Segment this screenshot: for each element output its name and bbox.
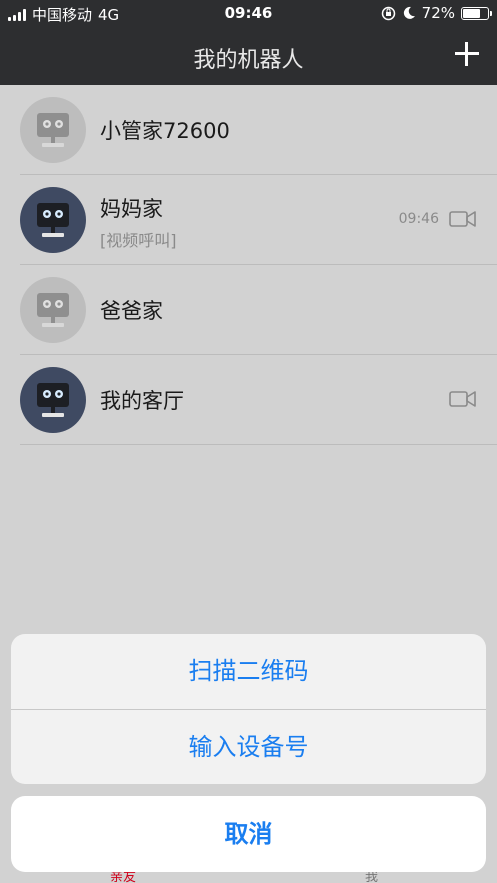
add-robot-button[interactable] [451,38,483,70]
robot-last-time: 09:46 [398,211,439,227]
battery-fill [463,8,481,18]
robot-last-event: [视频呼叫] [100,231,177,250]
battery-icon [461,6,492,20]
robot-row[interactable]: 我的客厅 [20,355,497,445]
robot-list: 小管家72600 妈妈家 [视频呼叫] 09:46 爸爸家我的客厅 [0,85,497,445]
robot-row[interactable]: 妈妈家 [视频呼叫] 09:46 [20,175,497,265]
robot-avatar [20,97,86,163]
action-sheet: 扫描二维码 输入设备号 [11,634,486,784]
robot-name: 妈妈家 [100,197,163,221]
tab-friends[interactable]: 亲友 [110,872,136,883]
robot-avatar [20,277,86,343]
status-right: 72% [381,4,492,22]
page-title: 我的机器人 [193,48,304,73]
nav-bar: 我的机器人 [0,28,497,85]
robot-name: 小管家72600 [100,119,230,143]
scan-qr-button[interactable]: 扫描二维码 [11,634,486,709]
video-call-icon[interactable] [449,209,477,229]
cancel-button[interactable]: 取消 [11,796,486,872]
enter-device-id-button[interactable]: 输入设备号 [11,709,486,784]
tab-bar: 亲友 我 [0,872,497,883]
status-bar: 中国移动 4G 09:46 72% [0,0,497,28]
robot-name: 爸爸家 [100,299,163,323]
robot-row[interactable]: 小管家72600 [20,85,497,175]
robot-name: 我的客厅 [100,389,184,413]
video-call-icon[interactable] [449,389,477,409]
robot-avatar [20,187,86,253]
robot-avatar [20,367,86,433]
robot-row[interactable]: 爸爸家 [20,265,497,355]
moon-icon [403,6,415,19]
tab-me[interactable]: 我 [365,872,378,883]
battery-percent: 72% [421,4,455,22]
orientation-lock-icon [381,6,395,20]
